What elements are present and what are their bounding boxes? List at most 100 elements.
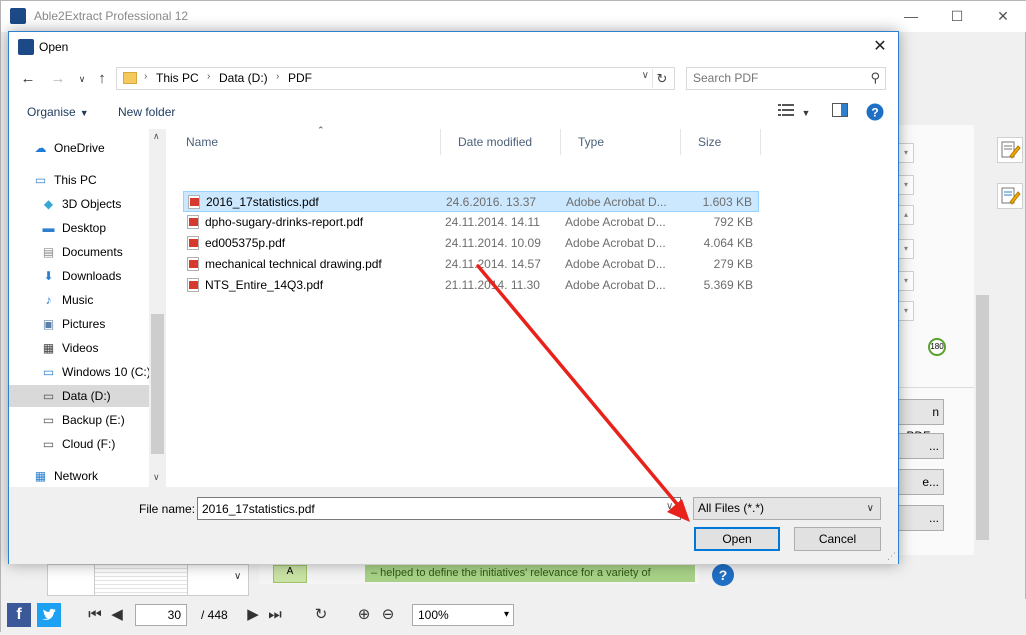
search-input[interactable] bbox=[693, 71, 853, 85]
breadcrumb-this-pc[interactable]: This PC bbox=[156, 71, 199, 85]
panel-combo-arrow-icon[interactable]: ▴ bbox=[898, 205, 914, 225]
scroll-up-icon[interactable]: ∧ bbox=[153, 131, 160, 142]
nav-item[interactable]: ▭ This PC bbox=[9, 169, 149, 191]
new-folder-button[interactable]: New folder bbox=[118, 105, 175, 119]
previous-page-icon[interactable]: ◀ bbox=[107, 603, 127, 627]
file-row[interactable]: ed005375p.pdf 24.11.2014. 10.09 Adobe Acro… bbox=[183, 233, 759, 254]
nav-item[interactable]: ▭ Backup (E:) bbox=[9, 409, 149, 431]
file-type-select[interactable]: All Files (*.*) ∨ bbox=[693, 497, 881, 520]
close-app-button[interactable]: ✕ bbox=[980, 1, 1026, 32]
nav-item[interactable]: ▬ Desktop bbox=[9, 217, 149, 239]
scroll-down-icon[interactable]: ∨ bbox=[153, 472, 160, 483]
breadcrumb-pdf[interactable]: PDF bbox=[288, 71, 312, 85]
back-arrow-icon[interactable]: ← bbox=[17, 68, 39, 90]
panel-combo-arrow-icon[interactable]: ▾ bbox=[898, 239, 914, 259]
nav-item[interactable]: ▦ Videos bbox=[9, 337, 149, 359]
panel-combo-arrow-icon[interactable]: ▾ bbox=[898, 175, 914, 195]
side-toolbar bbox=[991, 125, 1026, 525]
nav-item[interactable]: ▣ Pictures bbox=[9, 313, 149, 335]
nav-item-label: Backup (E:) bbox=[62, 413, 125, 427]
next-page-icon[interactable]: ▶ bbox=[243, 603, 263, 627]
refresh-icon[interactable]: ↻ bbox=[652, 69, 671, 88]
column-header-date[interactable]: Date modified bbox=[441, 129, 561, 155]
nav-item-label: Windows 10 (C:) bbox=[62, 365, 151, 379]
nav-item[interactable]: ☁ OneDrive bbox=[9, 137, 149, 159]
panel-button[interactable]: ... bbox=[898, 505, 944, 531]
zoom-out-icon[interactable]: ⊖ bbox=[378, 603, 398, 627]
column-header-type[interactable]: Type bbox=[561, 129, 681, 155]
scrollbar-thumb[interactable] bbox=[976, 295, 989, 540]
breadcrumb-data-drive[interactable]: Data (D:) bbox=[219, 71, 268, 85]
edit-document-icon[interactable] bbox=[997, 137, 1023, 163]
page-thumbnails[interactable]: ∨ bbox=[47, 564, 249, 596]
view-dropdown-icon[interactable]: ▼ bbox=[800, 103, 812, 123]
navigation-scrollbar[interactable]: ∧ ∨ bbox=[149, 129, 166, 487]
panel-button-pdf[interactable]: n PDF... bbox=[898, 399, 944, 443]
first-page-icon[interactable]: ⏮ bbox=[85, 603, 105, 627]
panel-combo-arrow-icon[interactable]: ▾ bbox=[898, 143, 914, 163]
file-name: mechanical technical drawing.pdf bbox=[205, 257, 382, 271]
file-date: 24.11.2014. 10.09 bbox=[445, 236, 541, 250]
last-page-icon[interactable]: ⏭ bbox=[265, 603, 285, 627]
dialog-close-button[interactable]: ✕ bbox=[868, 35, 892, 59]
breadcrumb-separator-icon[interactable]: › bbox=[144, 71, 147, 82]
breadcrumb-separator-icon[interactable]: › bbox=[207, 71, 210, 82]
organise-button[interactable]: Organise ▼ bbox=[27, 105, 89, 119]
column-header-name[interactable]: Name bbox=[169, 129, 441, 155]
annotate-icon[interactable] bbox=[997, 183, 1023, 209]
search-box[interactable]: ⚲ bbox=[686, 67, 886, 90]
nav-item[interactable]: ▭ Windows 10 (C:) bbox=[9, 361, 151, 383]
zoom-select[interactable]: 100% ▾ bbox=[412, 604, 514, 626]
zoom-in-icon[interactable]: ⊕ bbox=[354, 603, 374, 627]
chevron-down-icon[interactable]: ▾ bbox=[504, 605, 509, 625]
panel-scrollbar[interactable] bbox=[974, 125, 991, 555]
file-size: 4.064 KB bbox=[703, 236, 753, 250]
panel-combo-arrow-icon[interactable]: ▾ bbox=[898, 301, 914, 321]
file-name-history-icon[interactable]: ∨ bbox=[666, 501, 673, 512]
nav-item[interactable]: ◆ 3D Objects bbox=[9, 193, 149, 215]
pdf-file-icon bbox=[187, 278, 199, 292]
preview-pane-icon[interactable] bbox=[831, 103, 849, 123]
panel-combo-arrow-icon[interactable]: ▾ bbox=[898, 271, 914, 291]
address-history-icon[interactable]: ∨ bbox=[642, 70, 649, 81]
minimize-button[interactable]: — bbox=[888, 1, 934, 32]
dialog-logo-icon bbox=[18, 39, 34, 55]
file-row[interactable]: mechanical technical drawing.pdf 24.11.20… bbox=[183, 254, 759, 275]
scrollbar-thumb[interactable] bbox=[151, 314, 164, 454]
rotate-180-icon[interactable]: 180 bbox=[928, 338, 946, 356]
video-icon: ▦ bbox=[42, 341, 55, 355]
cancel-button[interactable]: Cancel bbox=[794, 527, 881, 551]
facebook-icon[interactable]: f bbox=[7, 603, 31, 627]
maximize-button[interactable]: ☐ bbox=[934, 1, 980, 32]
up-arrow-icon[interactable]: ↑ bbox=[91, 68, 113, 90]
help-icon[interactable]: ? bbox=[712, 564, 734, 586]
refresh-icon[interactable]: ↻ bbox=[311, 603, 331, 627]
column-header-size[interactable]: Size bbox=[681, 129, 761, 155]
forward-arrow-icon[interactable]: → bbox=[47, 68, 69, 90]
nav-item[interactable]: ♪ Music bbox=[9, 289, 149, 311]
nav-item[interactable]: ⬇ Downloads bbox=[9, 265, 149, 287]
file-name-input[interactable] bbox=[197, 497, 681, 520]
breadcrumb-separator-icon[interactable]: › bbox=[276, 71, 279, 82]
file-row[interactable]: dpho-sugary-drinks-report.pdf 24.11.2014.… bbox=[183, 212, 759, 233]
file-row[interactable]: 2016_17statistics.pdf 24.6.2016. 13.37 Ado… bbox=[183, 191, 759, 212]
search-icon[interactable]: ⚲ bbox=[870, 70, 880, 86]
file-name: 2016_17statistics.pdf bbox=[206, 195, 319, 209]
help-icon[interactable]: ? bbox=[866, 103, 884, 123]
page-number-input[interactable]: 30 bbox=[135, 604, 187, 626]
open-button[interactable]: Open bbox=[694, 527, 780, 551]
nav-item[interactable]: ▭ Data (D:) bbox=[9, 385, 149, 407]
view-options-icon[interactable] bbox=[777, 103, 795, 123]
address-bar[interactable]: › This PC › Data (D:) › PDF ∨ ↻ bbox=[116, 67, 675, 90]
chevron-down-icon[interactable]: ∨ bbox=[234, 571, 241, 582]
resize-grip-icon[interactable]: ⋰ bbox=[887, 551, 896, 562]
nav-item[interactable]: ▤ Documents bbox=[9, 241, 149, 263]
nav-item[interactable]: ▭ Cloud (F:) bbox=[9, 433, 149, 455]
file-row[interactable]: NTS_Entire_14Q3.pdf 21.11.2014. 11.30 Adob… bbox=[183, 275, 759, 296]
panel-button[interactable]: ... bbox=[898, 433, 944, 459]
nav-item[interactable]: ▦ Network bbox=[9, 465, 149, 487]
panel-button[interactable]: e... bbox=[898, 469, 944, 495]
thumbnail-page[interactable] bbox=[94, 565, 188, 595]
twitter-icon[interactable] bbox=[37, 603, 61, 627]
recent-locations-icon[interactable]: ∨ bbox=[71, 68, 93, 90]
